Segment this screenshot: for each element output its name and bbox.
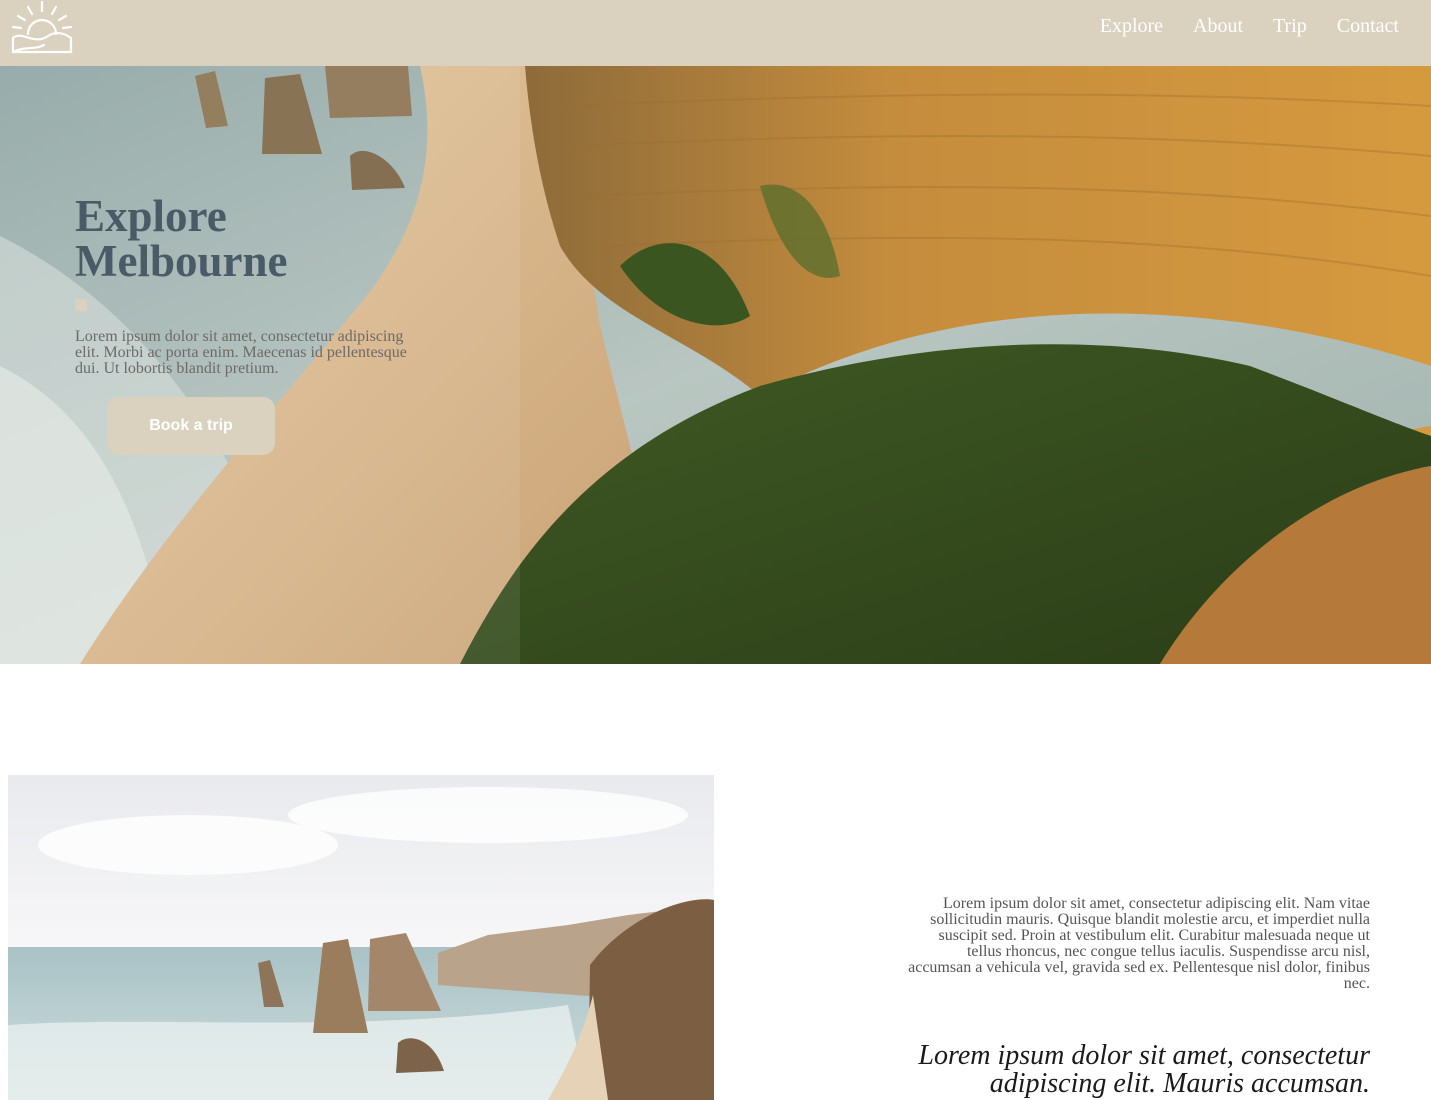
hero-divider-marker — [75, 299, 87, 311]
hero-description: Lorem ipsum dolor sit amet, consectetur … — [75, 328, 407, 377]
nav-link-about[interactable]: About — [1193, 14, 1243, 38]
main-nav: Explore About Trip Contact — [1100, 14, 1399, 38]
nav-link-explore[interactable]: Explore — [1100, 14, 1163, 38]
hero-section: Explore Melbourne Lorem ipsum dolor sit … — [0, 66, 1431, 664]
nav-link-trip[interactable]: Trip — [1273, 14, 1307, 38]
nav-link-contact[interactable]: Contact — [1337, 14, 1399, 38]
book-trip-button[interactable]: Book a trip — [107, 397, 275, 455]
sunrise-logo-icon[interactable] — [10, 0, 74, 56]
coast-stacks-photo — [8, 775, 714, 1100]
top-navigation-bar: Explore About Trip Contact — [0, 0, 1431, 66]
hero-title: Explore Melbourne — [75, 191, 288, 286]
section-paragraph: Lorem ipsum dolor sit amet, consectetur … — [908, 895, 1370, 992]
section-quote: Lorem ipsum dolor sit amet, consectetur … — [918, 1040, 1370, 1099]
